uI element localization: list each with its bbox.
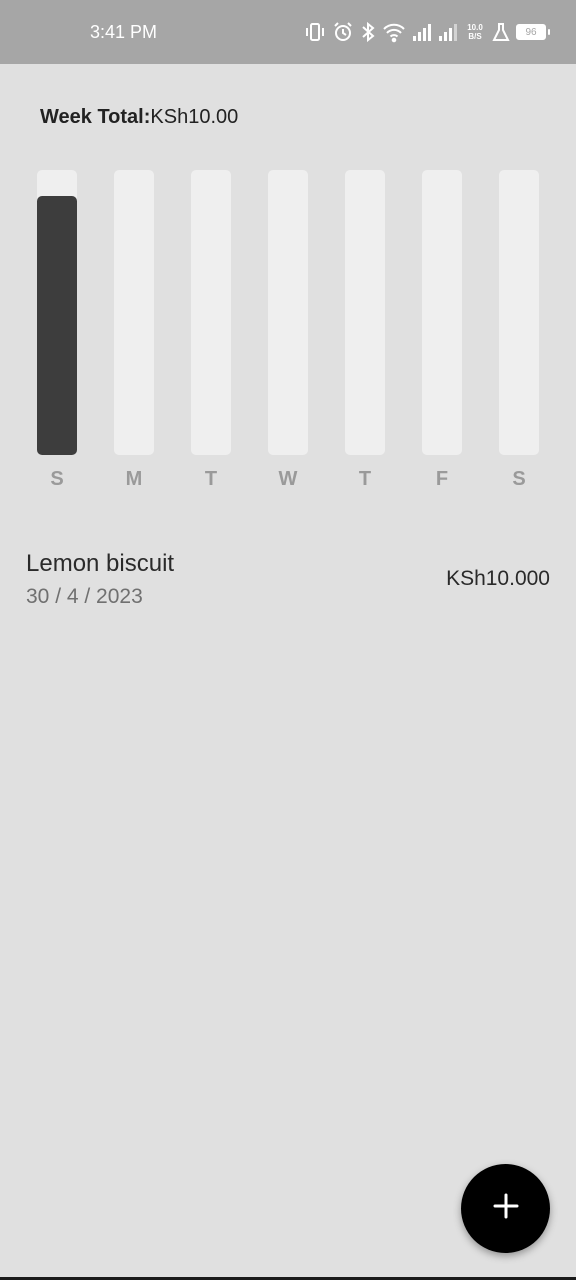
list-item[interactable]: Lemon biscuit 30 / 4 / 2023 KSh10.000 (0, 540, 576, 620)
day-label-1: M (125, 468, 143, 490)
day-label-4: T (358, 468, 372, 490)
bar-track-0 (37, 170, 77, 455)
bar-track-6 (499, 170, 539, 455)
bar-track-3 (268, 170, 308, 455)
bar-track-2 (191, 170, 231, 455)
plus-icon (492, 1192, 520, 1225)
day-label-3: W (278, 468, 298, 490)
add-transaction-button[interactable] (461, 1164, 550, 1253)
bar-fill-0 (37, 195, 77, 455)
day-label-5: F (435, 468, 449, 490)
day-label-6: S (512, 468, 526, 490)
transaction-date: 30 / 4 / 2023 (26, 585, 143, 608)
bar-track-4 (345, 170, 385, 455)
bar-track-1 (114, 170, 154, 455)
weekly-spending-chart: SMTWTFS (0, 0, 576, 520)
transaction-title: Lemon biscuit (26, 550, 175, 577)
day-label-0: S (50, 468, 64, 490)
transaction-amount: KSh10.000 (446, 567, 550, 590)
bar-track-5 (422, 170, 462, 455)
day-label-2: T (204, 468, 218, 490)
